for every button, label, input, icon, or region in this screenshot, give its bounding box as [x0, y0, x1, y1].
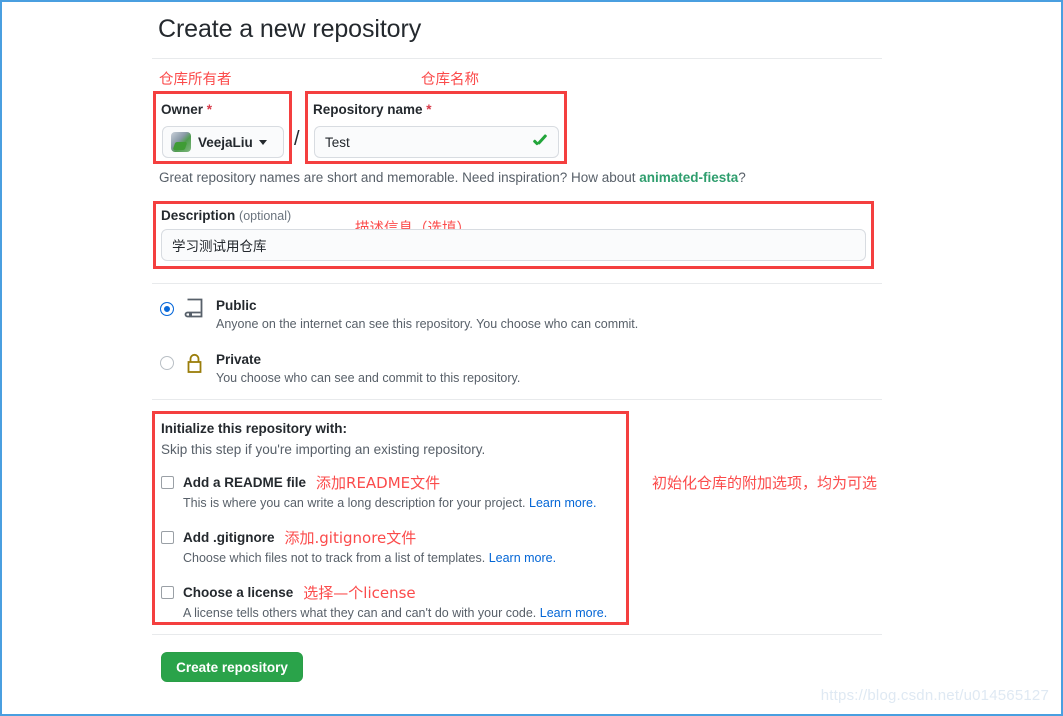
- initialize-option-license[interactable]: Choose a license 选择—个license A license t…: [161, 582, 607, 620]
- annotation-owner: 仓库所有者: [159, 72, 232, 88]
- divider-submit: [152, 634, 882, 635]
- repo-name-label-text: Repository name: [313, 102, 423, 117]
- owner-label-text: Owner: [161, 102, 204, 117]
- divider-visibility: [152, 283, 882, 284]
- readme-checkbox-line[interactable]: Add a README file 添加README文件: [161, 472, 596, 493]
- gitignore-learn-more-link[interactable]: Learn more.: [489, 551, 556, 565]
- initialize-title: Initialize this repository with:: [161, 421, 348, 436]
- gitignore-label: Add .gitignore: [183, 530, 275, 545]
- visibility-public-text: Public Anyone on the internet can see th…: [216, 297, 638, 333]
- gitignore-description: Choose which files not to track from a l…: [183, 551, 556, 565]
- checkbox-gitignore[interactable]: [161, 531, 174, 544]
- chevron-down-icon: [258, 139, 267, 145]
- page-title: Create a new repository: [158, 15, 422, 43]
- initialize-option-readme[interactable]: Add a README file 添加README文件 This is whe…: [161, 472, 596, 510]
- owner-name: VeejaLiu: [198, 134, 253, 150]
- annotation-gitignore: 添加.gitignore文件: [284, 529, 417, 547]
- repo-name-hint: Great repository names are short and mem…: [159, 170, 746, 185]
- visibility-public-description: Anyone on the internet can see this repo…: [216, 317, 639, 331]
- license-checkbox-line[interactable]: Choose a license 选择—个license: [161, 582, 607, 603]
- create-repository-button[interactable]: Create repository: [161, 652, 303, 682]
- initialize-subtitle: Skip this step if you're importing an ex…: [161, 442, 486, 457]
- annotation-license: 选择—个license: [303, 584, 416, 602]
- create-repository-page: Create a new repository 仓库所有者 仓库名称 Owner…: [0, 0, 1063, 716]
- repo-icon: [184, 298, 212, 329]
- check-icon: [532, 134, 548, 150]
- owner-select[interactable]: VeejaLiu: [162, 126, 284, 158]
- initialize-option-gitignore[interactable]: Add .gitignore 添加.gitignore文件 Choose whi…: [161, 527, 556, 565]
- readme-description: This is where you can write a long descr…: [183, 496, 596, 510]
- license-description-text: A license tells others what they can and…: [183, 606, 537, 620]
- visibility-private-description: You choose who can see and commit to thi…: [216, 371, 521, 385]
- checkbox-license[interactable]: [161, 586, 174, 599]
- divider-title: [152, 58, 882, 59]
- annotation-repo-name: 仓库名称: [421, 72, 479, 88]
- radio-private[interactable]: [160, 356, 174, 370]
- divider-initialize: [152, 399, 882, 400]
- annotation-initialize: 初始化仓库的附加选项，均为可选: [652, 474, 878, 492]
- suggested-name-link[interactable]: animated-fiesta: [639, 170, 738, 185]
- description-label-text: Description: [161, 208, 236, 223]
- description-optional-text: (optional): [239, 209, 292, 223]
- visibility-private-title: Private: [216, 352, 262, 367]
- description-label: Description (optional): [161, 208, 291, 223]
- readme-learn-more-link[interactable]: Learn more.: [529, 496, 596, 510]
- repo-name-value: Test: [325, 134, 350, 150]
- license-learn-more-link[interactable]: Learn more.: [540, 606, 607, 620]
- description-input[interactable]: 学习测试用仓库: [161, 229, 866, 261]
- owner-repo-separator: /: [294, 128, 300, 150]
- readme-description-text: This is where you can write a long descr…: [183, 496, 526, 510]
- gitignore-description-text: Choose which files not to track from a l…: [183, 551, 486, 565]
- owner-required-mark: *: [206, 102, 213, 117]
- hint-text-after: ?: [738, 170, 746, 185]
- annotation-readme: 添加README文件: [316, 474, 441, 492]
- hint-text-before: Great repository names are short and mem…: [159, 170, 640, 185]
- license-label: Choose a license: [183, 585, 294, 600]
- license-description: A license tells others what they can and…: [183, 606, 607, 620]
- owner-label: Owner *: [161, 102, 212, 117]
- gitignore-checkbox-line[interactable]: Add .gitignore 添加.gitignore文件: [161, 527, 556, 548]
- repo-required-mark: *: [426, 102, 432, 117]
- avatar: [171, 132, 191, 152]
- visibility-private-text: Private You choose who can see and commi…: [216, 351, 520, 387]
- lock-icon: [184, 352, 212, 383]
- visibility-option-private[interactable]: Private You choose who can see and commi…: [160, 351, 520, 387]
- checkbox-readme[interactable]: [161, 476, 174, 489]
- watermark: https://blog.csdn.net/u014565127: [820, 687, 1049, 704]
- repo-name-input[interactable]: Test: [314, 126, 559, 158]
- visibility-public-title: Public: [216, 298, 257, 313]
- readme-label: Add a README file: [183, 475, 307, 490]
- visibility-option-public[interactable]: Public Anyone on the internet can see th…: [160, 297, 638, 333]
- repo-name-label: Repository name *: [313, 102, 432, 117]
- radio-public[interactable]: [160, 302, 174, 316]
